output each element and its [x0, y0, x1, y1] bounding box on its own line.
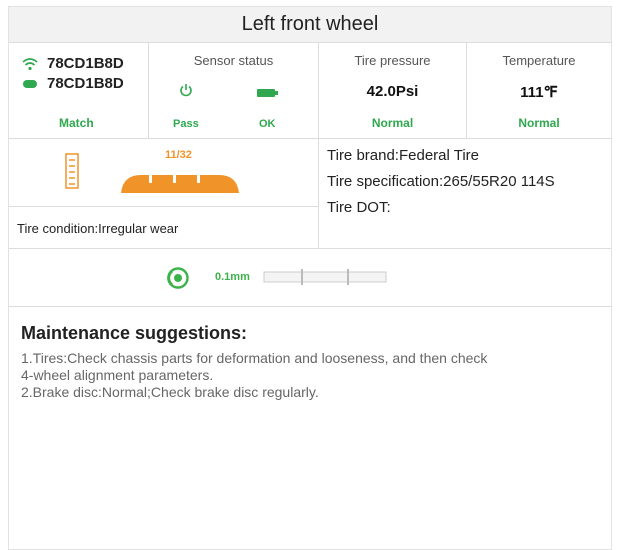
power-icon — [179, 83, 193, 102]
tread-depth-label: 11/32 — [165, 149, 192, 161]
tread-graphic: 11/32 — [9, 139, 318, 207]
brake-disc-row: 0.1mm — [9, 249, 611, 307]
temperature-status: Normal — [518, 116, 560, 130]
brake-disc-profile-icon — [263, 268, 387, 291]
wheel-detail-panel: Left front wheel 78CD1B8D 78CD1B8D Match… — [8, 6, 612, 550]
tire-pressure-value: 42.0Psi — [366, 83, 419, 100]
sensor-id-secondary: 78CD1B8D — [47, 75, 124, 92]
maintenance-title: Maintenance suggestions: — [21, 323, 248, 343]
tire-specification: Tire specification:265/55R20 114S — [327, 173, 555, 190]
page-title: Left front wheel — [9, 7, 611, 43]
power-status-label: Pass — [173, 118, 199, 130]
tread-gauge-icon — [65, 153, 79, 194]
maintenance-section: Maintenance suggestions: 1.Tires:Check c… — [9, 307, 611, 417]
tread-section: 11/32 Tire condition:Irregular wear — [9, 139, 319, 248]
maintenance-line: 2.Brake disc:Normal;Check brake disc reg… — [21, 384, 319, 400]
tire-pressure-cell: Tire pressure 42.0Psi Normal — [319, 43, 467, 138]
temperature-cell: Temperature 111℉ Normal — [467, 43, 611, 138]
tire-dot: Tire DOT: — [327, 199, 391, 216]
maintenance-line: 4-wheel alignment parameters. — [21, 367, 214, 383]
tire-condition: Tire condition:Irregular wear — [17, 220, 179, 236]
tire-brand: Tire brand:Federal Tire — [327, 147, 480, 164]
brake-disc-icon — [167, 267, 189, 294]
tire-pressure-status: Normal — [371, 116, 414, 130]
tire-tread-icon — [119, 167, 241, 202]
tire-pressure-header: Tire pressure — [354, 53, 431, 68]
sensor-id-cell: 78CD1B8D 78CD1B8D Match — [9, 43, 149, 138]
tire-details: Tire brand:Federal Tire Tire specificati… — [319, 139, 611, 248]
brake-thickness-value: 0.1mm — [215, 271, 250, 283]
sensor-capsule-icon — [21, 79, 39, 89]
sensor-status-header: Sensor status — [193, 53, 274, 68]
wifi-icon — [21, 57, 39, 71]
battery-icon — [257, 85, 279, 103]
sensor-id-primary: 78CD1B8D — [47, 55, 124, 72]
tire-info-row: 11/32 Tire condition:Irregular wear Tire… — [9, 139, 611, 249]
sensor-status-cell: Sensor status Pass OK — [149, 43, 319, 138]
match-label: Match — [59, 116, 94, 130]
maintenance-line: 1.Tires:Check chassis parts for deformat… — [21, 350, 488, 366]
battery-status-label: OK — [259, 118, 276, 130]
sensor-summary-row: 78CD1B8D 78CD1B8D Match Sensor status Pa… — [9, 43, 611, 139]
temperature-header: Temperature — [502, 53, 576, 68]
sensor-id-row: 78CD1B8D — [21, 55, 124, 72]
temperature-value: 111℉ — [520, 84, 558, 101]
sensor-id-row: 78CD1B8D — [21, 75, 124, 92]
